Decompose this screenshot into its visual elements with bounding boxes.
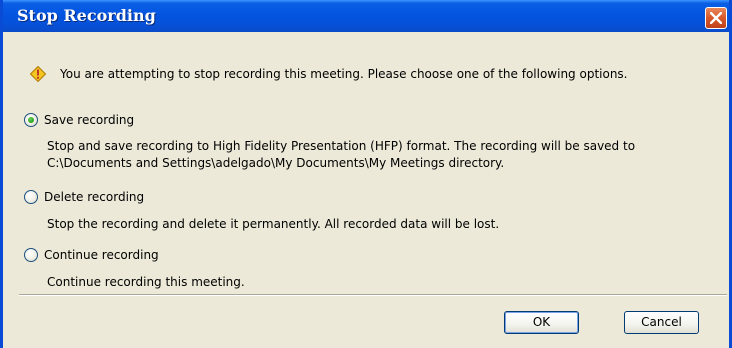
save-recording-description-line-1: Stop and save recording to High Fidelity… <box>47 139 636 153</box>
cancel-button[interactable]: Cancel <box>624 311 699 334</box>
separator <box>19 294 727 296</box>
close-button[interactable] <box>705 7 727 29</box>
close-icon <box>710 12 722 24</box>
radio-selected-dot <box>28 117 34 123</box>
save-recording-description-line-2: C:\Documents and Settings\adelgado\My Do… <box>47 156 505 170</box>
delete-recording-description: Stop the recording and delete it permane… <box>47 217 500 231</box>
ok-button[interactable]: OK <box>504 311 579 334</box>
warning-diamond-icon <box>30 66 46 82</box>
dialog-title: Stop Recording <box>17 6 156 25</box>
title-bar[interactable]: Stop Recording <box>3 0 729 32</box>
save-recording-label[interactable]: Save recording <box>44 113 134 128</box>
continue-recording-label[interactable]: Continue recording <box>44 248 159 263</box>
delete-recording-label[interactable]: Delete recording <box>44 190 144 205</box>
stop-recording-dialog: Stop Recording You are attempting to sto… <box>0 0 732 348</box>
continue-recording-radio[interactable] <box>24 248 38 262</box>
save-recording-radio[interactable] <box>24 113 38 127</box>
delete-recording-radio[interactable] <box>24 190 38 204</box>
continue-recording-description: Continue recording this meeting. <box>47 275 245 289</box>
dialog-message: You are attempting to stop recording thi… <box>60 67 628 81</box>
